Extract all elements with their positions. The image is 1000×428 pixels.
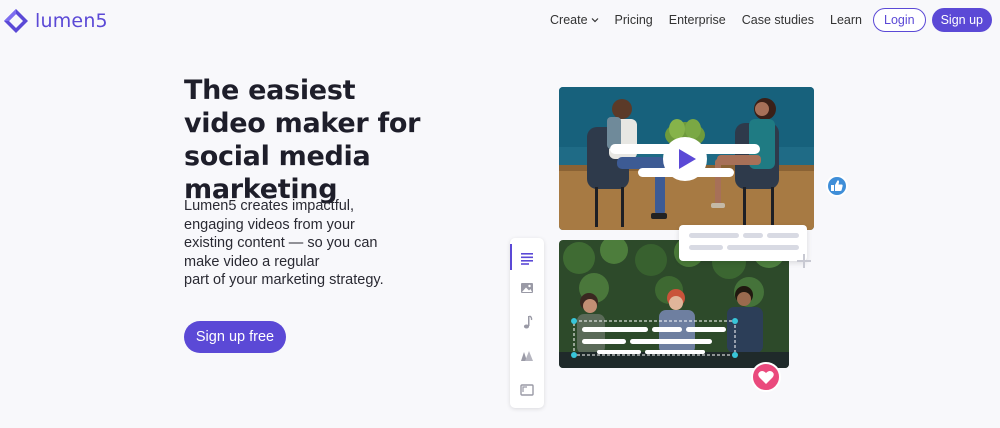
nav-links: Create Pricing Enterprise Case studies L… [550, 8, 992, 32]
nav-link-case-studies[interactable]: Case studies [742, 13, 814, 27]
text-icon[interactable] [519, 250, 535, 266]
top-nav: lumen5 Create Pricing Enterprise Case st… [0, 0, 1000, 42]
thumbs-up-icon [831, 180, 843, 191]
nav-link-enterprise[interactable]: Enterprise [669, 13, 726, 27]
like-badge [826, 175, 848, 197]
text-block-card [679, 225, 807, 261]
active-tool-indicator [510, 244, 512, 270]
hero-description-line: Lumen5 creates impactful, [184, 198, 355, 214]
hero-description-line: part of your marketing strategy. [184, 272, 384, 288]
interview-scene-illustration [559, 87, 814, 230]
signup-button[interactable]: Sign up [931, 8, 992, 32]
login-button[interactable]: Login [873, 8, 926, 32]
placeholder-text-lines [689, 233, 799, 250]
nav-link-learn[interactable]: Learn [830, 13, 862, 27]
nav-link-create[interactable]: Create [550, 13, 599, 27]
music-icon[interactable] [519, 314, 535, 330]
image-icon[interactable] [519, 280, 535, 296]
style-icon[interactable] [519, 348, 535, 364]
video-preview-interview [559, 87, 814, 230]
editor-toolbar [510, 238, 544, 408]
hero-description-line: existing content — so you can [184, 235, 378, 251]
sign-up-free-button[interactable]: Sign up free [184, 321, 286, 353]
chevron-down-icon [591, 18, 598, 23]
hero-description-line: engaging videos from your [184, 216, 355, 233]
brand-name: lumen5 [35, 10, 108, 32]
hero-description-line: make video a regular [184, 253, 320, 270]
love-badge [751, 362, 781, 392]
nav-link-label: Create [550, 13, 588, 27]
lumen5-logo-icon [4, 9, 28, 33]
plus-icon [797, 254, 811, 268]
nav-link-pricing[interactable]: Pricing [615, 13, 653, 27]
logo[interactable]: lumen5 [4, 9, 108, 33]
hero-title: The easiest video maker for social media… [184, 75, 421, 205]
format-icon[interactable] [519, 382, 535, 398]
heart-icon [758, 370, 774, 384]
hero-description: Lumen5 creates impactful, engaging video… [184, 197, 424, 290]
